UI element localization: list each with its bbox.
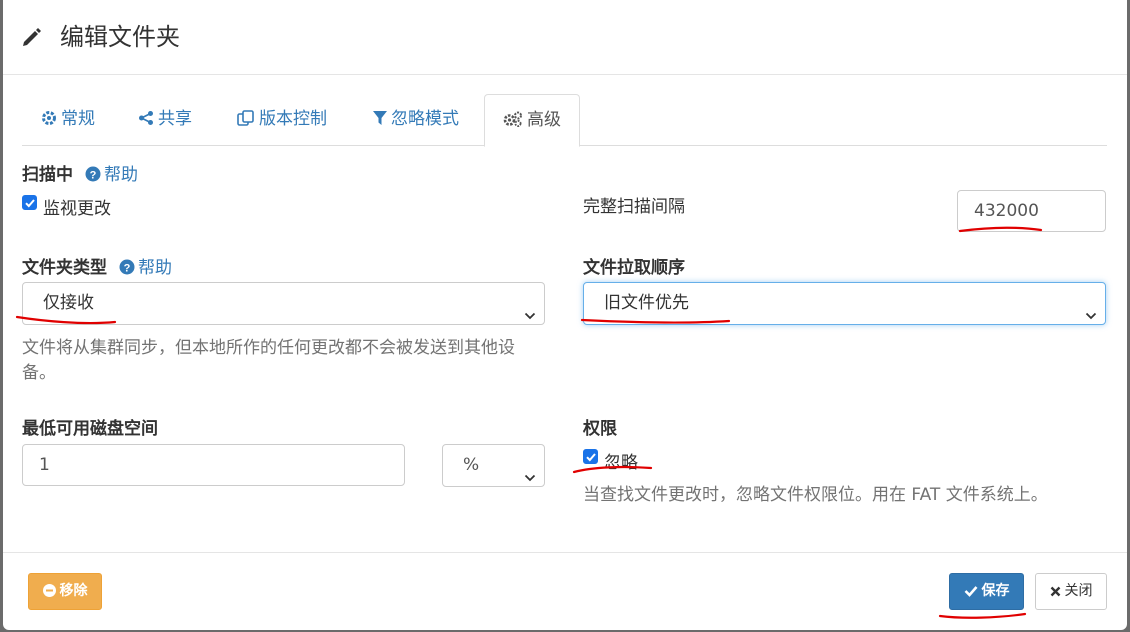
dialog-footer: 移除 保存 关闭	[3, 552, 1127, 630]
permissions-description: 当查找文件更改时，忽略文件权限位。用在 FAT 文件系统上。	[583, 485, 1048, 505]
question-circle-icon: ?	[85, 165, 104, 185]
remove-button[interactable]: 移除	[28, 573, 102, 610]
svg-text:?: ?	[124, 263, 131, 275]
tab-versioning-label: 版本控制	[259, 109, 327, 129]
remove-button-label: 移除	[59, 583, 88, 599]
folder-type-description-line2: 备。	[22, 363, 56, 383]
tab-sharing-label: 共享	[158, 109, 192, 129]
scanning-heading: 扫描中	[22, 165, 73, 185]
min-disk-free-unit-value: %	[463, 455, 480, 475]
copy-icon	[237, 109, 259, 129]
watch-changes-checkbox[interactable]	[22, 195, 37, 210]
watch-changes-label: 监视更改	[43, 199, 111, 219]
check-icon	[964, 583, 982, 599]
question-circle-icon: ?	[119, 258, 138, 278]
folder-type-value: 仅接收	[43, 293, 94, 313]
folder-type-help-link[interactable]: ? 帮助	[119, 253, 172, 278]
scanning-help-link[interactable]: ? 帮助	[85, 160, 138, 185]
min-disk-free-heading: 最低可用磁盘空间	[22, 419, 158, 439]
close-button-label: 关闭	[1064, 583, 1093, 599]
rescan-interval-input[interactable]: 432000	[957, 190, 1106, 232]
folder-type-help-label: 帮助	[138, 258, 172, 278]
folder-type-select[interactable]: 仅接收	[22, 282, 545, 325]
tab-general-label: 常规	[61, 109, 95, 129]
ignore-permissions-label: 忽略	[604, 453, 638, 473]
svg-text:?: ?	[90, 170, 97, 182]
gear-icon	[41, 109, 61, 129]
scanning-help-label: 帮助	[104, 165, 138, 185]
ignore-permissions-checkbox[interactable]	[583, 449, 598, 464]
pull-order-value: 旧文件优先	[604, 293, 689, 313]
tab-ignore-patterns[interactable]: 忽略模式	[373, 94, 459, 146]
rescan-interval-label: 完整扫描间隔	[583, 197, 685, 217]
min-disk-free-unit-select[interactable]: %	[442, 444, 545, 487]
dialog-header: 编辑文件夹	[3, 0, 1127, 75]
pull-order-heading: 文件拉取顺序	[583, 258, 685, 278]
chevron-down-icon	[1085, 297, 1097, 338]
cogs-icon	[503, 110, 527, 130]
pull-order-select[interactable]: 旧文件优先	[583, 282, 1106, 325]
save-button[interactable]: 保存	[949, 573, 1024, 610]
dialog-title: 编辑文件夹	[60, 23, 180, 51]
minus-circle-icon	[42, 583, 60, 599]
close-button[interactable]: 关闭	[1035, 573, 1107, 610]
tab-advanced-label: 高级	[527, 110, 561, 130]
save-button-label: 保存	[981, 583, 1010, 599]
edit-folder-dialog: 编辑文件夹 常规 共享 版本控制 忽略模式 高级 扫描中 ? 帮助 监视更改 完整…	[3, 0, 1127, 630]
permissions-heading: 权限	[583, 419, 617, 439]
tab-ignore-patterns-label: 忽略模式	[391, 109, 459, 129]
folder-type-description-line1: 文件将从集群同步，但本地所作的任何更改都不会被发送到其他设	[22, 338, 515, 358]
close-icon	[1050, 583, 1065, 599]
filter-icon	[373, 109, 391, 129]
folder-type-heading: 文件夹类型	[22, 258, 107, 278]
tab-bar: 常规 共享 版本控制 忽略模式 高级	[22, 94, 1107, 147]
tab-sharing[interactable]: 共享	[138, 94, 192, 146]
min-disk-free-input[interactable]: 1	[22, 444, 405, 486]
share-icon	[138, 109, 158, 129]
pencil-icon	[21, 26, 43, 48]
chevron-down-icon	[524, 459, 536, 500]
tab-advanced[interactable]: 高级	[484, 94, 580, 147]
tab-general[interactable]: 常规	[41, 94, 95, 146]
tab-versioning[interactable]: 版本控制	[237, 94, 327, 146]
chevron-down-icon	[524, 297, 536, 338]
